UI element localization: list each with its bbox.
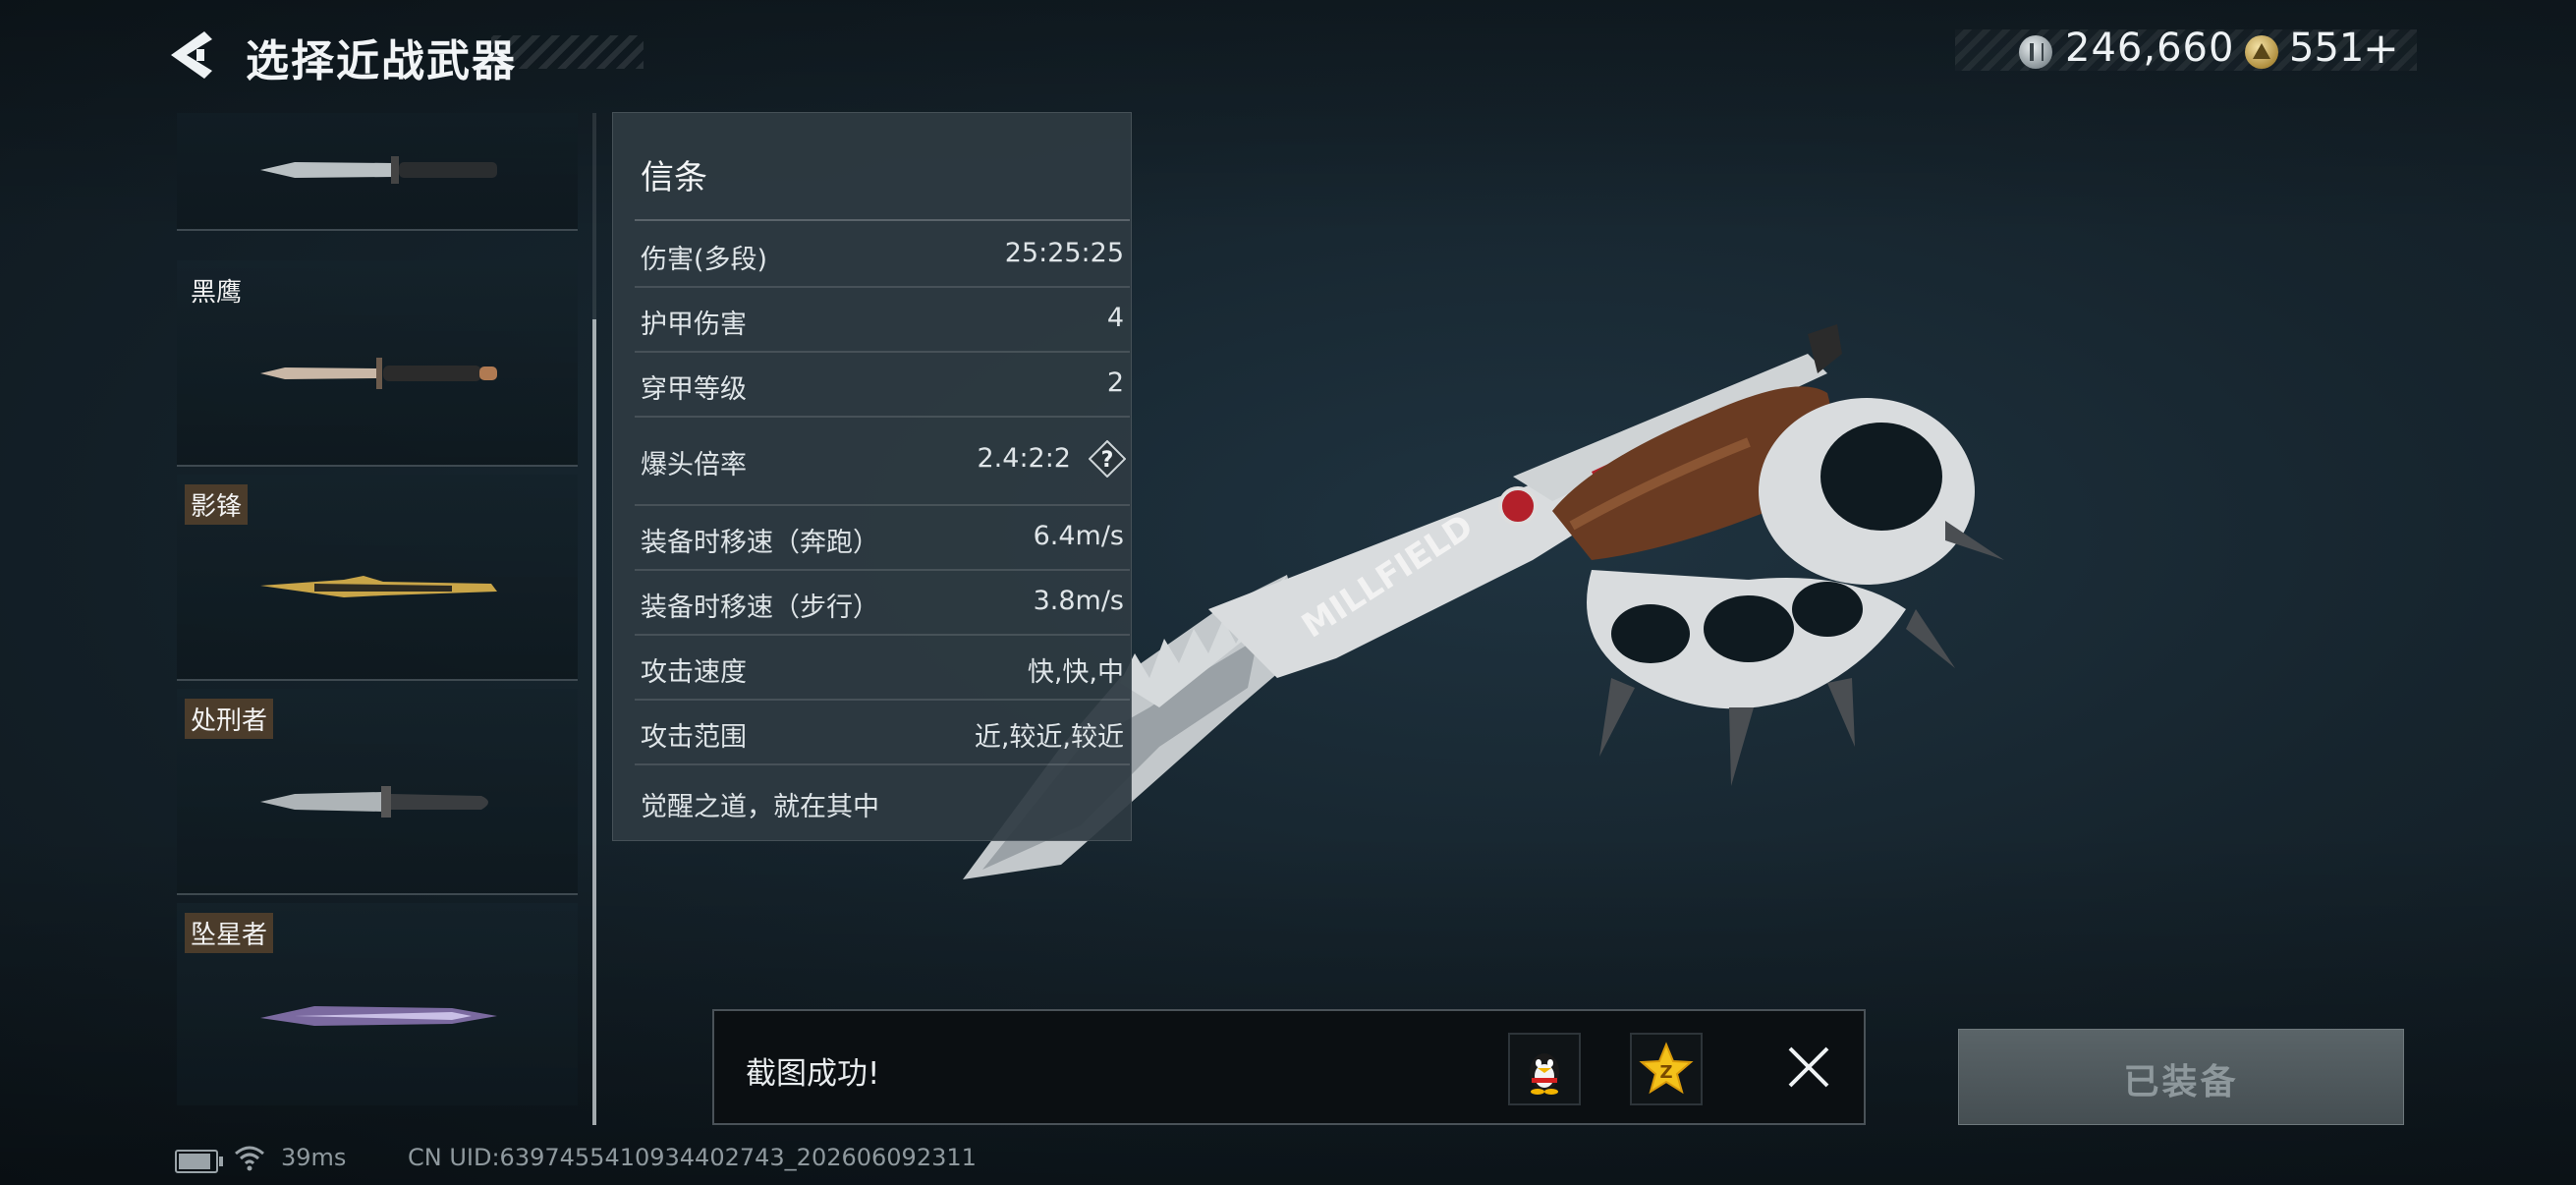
- silver-coin-icon: [2019, 35, 2052, 69]
- battery-icon: [175, 1150, 223, 1173]
- stat-label: 装备时移速（步行）: [641, 592, 879, 623]
- ping-text: 39ms: [281, 1144, 347, 1171]
- help-icon[interactable]: ?: [1088, 439, 1127, 479]
- title-decoration: [491, 35, 644, 69]
- star-faller-blade-icon: [260, 1006, 497, 1026]
- stat-label: 爆头倍率: [641, 450, 747, 480]
- black-eagle-knife-icon: [260, 358, 497, 389]
- share-qzone-button[interactable]: Z: [1630, 1033, 1703, 1105]
- stat-value: 近,较近,较近: [974, 722, 1124, 753]
- toast-message: 截图成功!: [746, 1056, 880, 1092]
- gold-coin-icon: [2245, 35, 2278, 69]
- stat-row-headshot: 爆头倍率 2.4:2:2 ?: [635, 416, 1130, 506]
- stat-row-run-speed: 装备时移速（奔跑） 6.4m/s: [635, 504, 1130, 571]
- executioner-knife-icon: [260, 786, 488, 818]
- stat-label: 攻击范围: [641, 722, 747, 753]
- weapon-name: 黑鹰: [191, 278, 243, 308]
- stat-row-attack-range: 攻击范围 近,较近,较近: [635, 699, 1130, 765]
- stat-value: 25:25:25: [1004, 238, 1124, 268]
- stat-row-damage: 伤害(多段) 25:25:25: [635, 221, 1130, 288]
- shadow-blade-knife-icon: [260, 576, 497, 597]
- stat-row-penetration: 穿甲等级 2: [635, 351, 1130, 418]
- stat-row-attack-speed: 攻击速度 快,快,中: [635, 634, 1130, 701]
- weapon-name: 坠星者: [185, 913, 274, 953]
- weapon-list[interactable]: 黑鹰 影锋 处刑者 坠星者: [177, 113, 580, 1105]
- stat-label: 伤害(多段): [641, 245, 768, 275]
- weapon-card-shadow-blade[interactable]: 影锋: [177, 475, 578, 681]
- help-glyph: ?: [1101, 448, 1114, 473]
- weapon-stats-panel: 信条 伤害(多段) 25:25:25 护甲伤害 4 穿甲等级 2 爆头倍率 2.…: [612, 112, 1132, 841]
- qq-penguin-icon: [1530, 1053, 1559, 1095]
- screenshot-toast: 截图成功! Z: [712, 1009, 1866, 1125]
- stat-label: 穿甲等级: [641, 374, 747, 405]
- wifi-icon: [235, 1146, 264, 1171]
- combat-knife-icon: [260, 156, 497, 184]
- stat-value: 快,快,中: [1027, 657, 1124, 688]
- stat-value: 3.8m/s: [1033, 586, 1124, 616]
- weapon-name-title: 信条: [641, 158, 707, 198]
- stat-label: 装备时移速（奔跑）: [641, 528, 879, 558]
- gold-amount: 551: [2289, 26, 2365, 71]
- stat-value: 2.4:2:2: [977, 443, 1072, 474]
- back-button[interactable]: [167, 28, 226, 83]
- weapon-list-scroll-thumb[interactable]: [592, 319, 596, 1125]
- weapon-name: 影锋: [185, 484, 249, 525]
- back-arrow-icon: [171, 31, 212, 79]
- stat-row-armor-damage: 护甲伤害 4: [635, 286, 1130, 353]
- share-qq-button[interactable]: [1508, 1033, 1581, 1105]
- weapon-card-combat-knife[interactable]: [177, 113, 578, 231]
- weapon-card-executioner[interactable]: 处刑者: [177, 689, 578, 895]
- close-icon: [1788, 1046, 1829, 1088]
- stat-row-walk-speed: 装备时移速（步行） 3.8m/s: [635, 569, 1130, 636]
- weapon-card-star-faller[interactable]: 坠星者: [177, 903, 578, 1105]
- add-currency-button[interactable]: +: [2363, 24, 2399, 74]
- close-button[interactable]: [1780, 1039, 1837, 1096]
- stat-label: 护甲伤害: [641, 310, 747, 340]
- stat-value: 2: [1106, 367, 1124, 398]
- stat-value: 6.4m/s: [1033, 521, 1124, 551]
- weapon-description: 觉醒之道，就在其中: [641, 792, 879, 822]
- silver-amount: 246,660: [2065, 26, 2235, 71]
- equipped-label: 已装备: [2123, 1062, 2239, 1102]
- weapon-name: 处刑者: [185, 699, 274, 739]
- weapon-card-black-eagle[interactable]: 黑鹰: [177, 260, 578, 467]
- stat-label: 攻击速度: [641, 657, 747, 688]
- equipped-button[interactable]: 已装备: [1958, 1029, 2404, 1125]
- qzone-star-icon: Z: [1639, 1042, 1694, 1095]
- qzone-badge: Z: [1659, 1062, 1672, 1083]
- page-title: 选择近战武器: [246, 36, 517, 86]
- stat-value: 4: [1106, 303, 1124, 333]
- uid-text: CN UID:6397455410934402743_202606092311: [408, 1144, 977, 1171]
